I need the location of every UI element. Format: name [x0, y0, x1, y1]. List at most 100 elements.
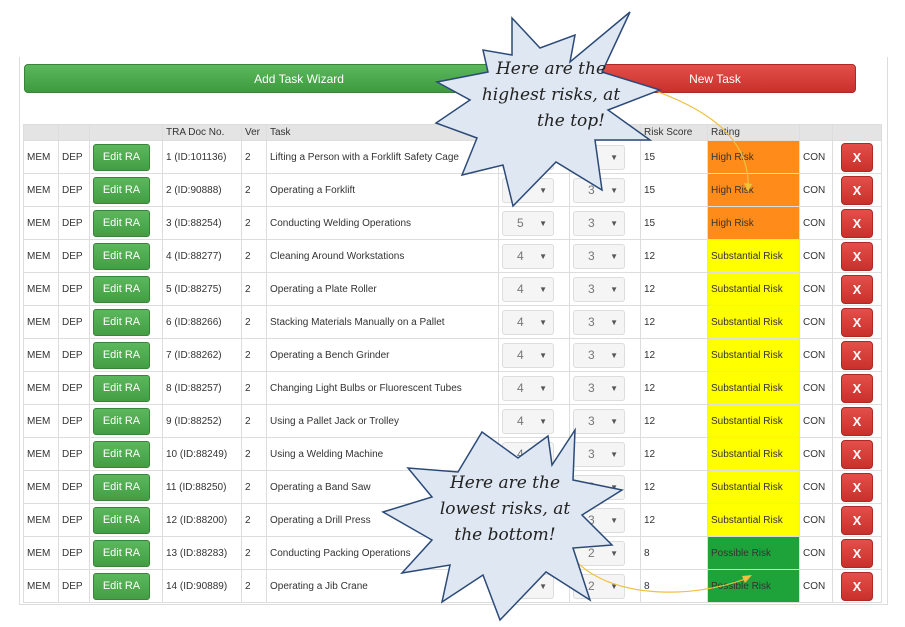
delete-task-button[interactable]: X [841, 571, 873, 601]
severity-select[interactable]: 5 ▼ [502, 144, 554, 170]
top-callout-line-1: Here are the [495, 59, 607, 79]
risk-score-cell: 8 [640, 569, 708, 603]
member-cell: MEM [23, 569, 59, 603]
bottom-callout-line-2: lowest risks, at [439, 499, 571, 519]
version-cell: 2 [241, 206, 267, 240]
con-cell: CON [799, 338, 833, 372]
likelihood-select[interactable]: 3 ▼ [573, 408, 625, 434]
doc-no-cell: 14 (ID:90889) [162, 569, 242, 603]
edit-ra-button[interactable]: Edit RA [93, 473, 150, 501]
severity-value: 4 [517, 315, 524, 329]
table-row: MEM DEP Edit RA 9 (ID:88252) 2 Using a Pallet… [23, 404, 882, 438]
table-header-row: TRA Doc No. Ver Task Risk Score Rating [23, 124, 882, 141]
delete-task-button[interactable]: X [841, 307, 873, 337]
likelihood-value: 3 [588, 414, 595, 428]
delete-task-button[interactable]: X [841, 373, 873, 403]
chevron-down-icon: ▼ [610, 218, 618, 228]
likelihood-select[interactable]: 3 ▼ [573, 276, 625, 302]
risk-rating-cell: Possible Risk [707, 569, 800, 603]
likelihood-value: 3 [588, 315, 595, 329]
doc-no-cell: 9 (ID:88252) [162, 404, 242, 438]
member-cell: MEM [23, 470, 59, 504]
likelihood-select[interactable]: 3 ▼ [573, 144, 625, 170]
edit-ra-button[interactable]: Edit RA [93, 275, 150, 303]
edit-ra-button[interactable]: Edit RA [93, 506, 150, 534]
likelihood-value: 3 [588, 447, 595, 461]
edit-ra-button[interactable]: Edit RA [93, 407, 150, 435]
severity-select[interactable]: 5 ▼ [502, 210, 554, 236]
delete-task-button[interactable]: X [841, 340, 873, 370]
header-cell-version: Ver [241, 124, 267, 141]
likelihood-select[interactable]: 3 ▼ [573, 375, 625, 401]
member-cell: MEM [23, 338, 59, 372]
doc-no-cell: 3 (ID:88254) [162, 206, 242, 240]
risk-score-cell: 12 [640, 503, 708, 537]
edit-ra-button[interactable]: Edit RA [93, 440, 150, 468]
severity-select[interactable]: 4 ▼ [502, 441, 554, 467]
doc-no-cell: 7 (ID:88262) [162, 338, 242, 372]
likelihood-select[interactable]: 3 ▼ [573, 210, 625, 236]
severity-select[interactable]: 4 ▼ [502, 309, 554, 335]
edit-ra-button[interactable]: Edit RA [93, 572, 150, 600]
delete-task-button[interactable]: X [841, 175, 873, 205]
department-cell: DEP [58, 206, 90, 240]
doc-no-cell: 13 (ID:88283) [162, 536, 242, 570]
delete-cell: X [832, 503, 882, 537]
risk-rating-cell: Substantial Risk [707, 305, 800, 339]
delete-task-button[interactable]: X [841, 208, 873, 238]
severity-select[interactable]: 4 ▼ [502, 408, 554, 434]
edit-ra-button[interactable]: Edit RA [93, 539, 150, 567]
delete-task-button[interactable]: X [841, 472, 873, 502]
edit-ra-button[interactable]: Edit RA [93, 374, 150, 402]
likelihood-select[interactable]: 3 ▼ [573, 177, 625, 203]
severity-select[interactable]: 4 ▼ [502, 276, 554, 302]
likelihood-select[interactable]: 3 ▼ [573, 441, 625, 467]
edit-ra-button[interactable]: Edit RA [93, 242, 150, 270]
member-cell: MEM [23, 404, 59, 438]
likelihood-cell: 3 ▼ [569, 140, 641, 174]
likelihood-cell: 3 ▼ [569, 305, 641, 339]
delete-task-button[interactable]: X [841, 274, 873, 304]
severity-select[interactable]: 5 ▼ [502, 177, 554, 203]
delete-task-button[interactable]: X [841, 538, 873, 568]
severity-select[interactable]: 4 ▼ [502, 243, 554, 269]
severity-value: 4 [517, 414, 524, 428]
edit-ra-button[interactable]: Edit RA [93, 341, 150, 369]
likelihood-cell: 3 ▼ [569, 338, 641, 372]
likelihood-select[interactable]: 2 ▼ [573, 573, 625, 599]
chevron-down-icon: ▼ [610, 251, 618, 261]
delete-task-button[interactable]: X [841, 505, 873, 535]
delete-task-button[interactable]: X [841, 439, 873, 469]
edit-ra-button[interactable]: Edit RA [93, 143, 150, 171]
delete-task-button[interactable]: X [841, 241, 873, 271]
edit-cell: Edit RA [89, 437, 163, 471]
delete-cell: X [832, 404, 882, 438]
likelihood-select[interactable]: 3 ▼ [573, 243, 625, 269]
edit-ra-button[interactable]: Edit RA [93, 176, 150, 204]
top-callout-line-3: the top! [536, 111, 606, 131]
delete-task-button[interactable]: X [841, 406, 873, 436]
likelihood-select[interactable]: 3 ▼ [573, 309, 625, 335]
header-cell-delete [832, 124, 882, 141]
version-cell: 2 [241, 437, 267, 471]
risk-score-cell: 15 [640, 206, 708, 240]
severity-select[interactable]: 4 ▼ [502, 573, 554, 599]
member-cell: MEM [23, 503, 59, 537]
delete-cell: X [832, 305, 882, 339]
severity-select[interactable]: 4 ▼ [502, 342, 554, 368]
delete-task-button[interactable]: X [841, 142, 873, 172]
delete-cell: X [832, 536, 882, 570]
header-cell-risk-score: Risk Score [640, 124, 708, 141]
edit-ra-button[interactable]: Edit RA [93, 308, 150, 336]
severity-select[interactable]: 4 ▼ [502, 375, 554, 401]
likelihood-value: 2 [588, 579, 595, 593]
risk-score-cell: 12 [640, 338, 708, 372]
member-cell: MEM [23, 536, 59, 570]
likelihood-select[interactable]: 3 ▼ [573, 342, 625, 368]
delete-cell: X [832, 569, 882, 603]
edit-cell: Edit RA [89, 239, 163, 273]
likelihood-value: 3 [588, 183, 595, 197]
con-cell: CON [799, 437, 833, 471]
edit-ra-button[interactable]: Edit RA [93, 209, 150, 237]
severity-cell: 4 ▼ [498, 305, 570, 339]
